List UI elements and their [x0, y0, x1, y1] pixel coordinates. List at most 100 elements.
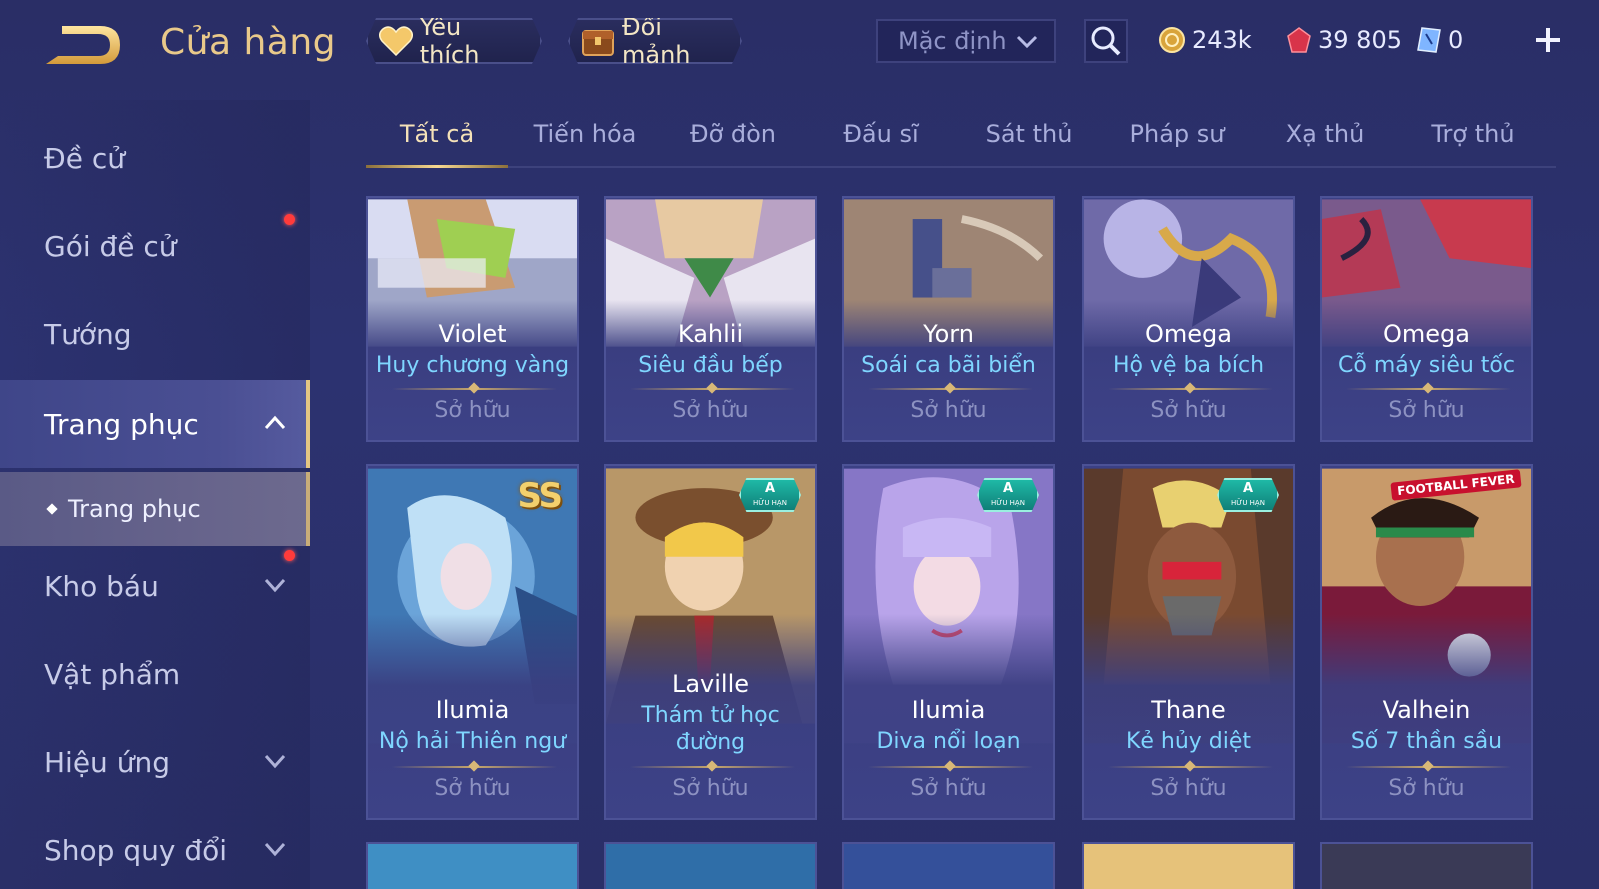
skin-card[interactable]: A HỮU HẠN Ilumia Diva nổi loạn Sở hữu	[842, 464, 1055, 820]
notification-dot	[284, 214, 295, 225]
skin-name: Huy chương vàng	[375, 353, 570, 378]
tab-assassin[interactable]: Sát thủ	[958, 112, 1100, 166]
favorites-label: Yêu thích	[419, 13, 480, 69]
sidebar-item-items[interactable]: Vật phẩm	[0, 630, 310, 718]
sidebar-item-treasure[interactable]: Kho báu	[0, 542, 310, 630]
exchange-shards-label: Đổi mảnh	[622, 13, 691, 69]
tab-all[interactable]: Tất cả	[366, 112, 508, 168]
hero-name: Thane	[1151, 696, 1226, 724]
chevron-down-icon	[264, 578, 286, 593]
chevron-down-icon	[264, 754, 286, 769]
ownership-status: Sở hữu	[672, 398, 749, 423]
skin-card[interactable]: Yorn Soái ca bãi biển Sở hữu	[842, 196, 1055, 442]
ownership-status: Sở hữu	[1388, 398, 1465, 423]
badge-rank: A	[1002, 481, 1014, 496]
skin-name: Soái ca bãi biển	[861, 353, 1036, 378]
divider	[868, 766, 1033, 768]
sidebar-item-effects[interactable]: Hiệu ứng	[0, 718, 310, 806]
exchange-shards-button[interactable]: Đổi mảnh	[568, 18, 742, 64]
ownership-status: Sở hữu	[1150, 398, 1227, 423]
skin-card[interactable]	[1320, 842, 1533, 889]
hero-name: Valhein	[1382, 696, 1471, 724]
sidebar-item-label: Trang phục	[44, 407, 199, 441]
skin-card[interactable]	[366, 842, 579, 889]
sidebar-item-heroes[interactable]: Tướng	[0, 290, 310, 378]
badge-rank: A	[764, 481, 776, 496]
ownership-status: Sở hữu	[1388, 776, 1465, 801]
tab-fighter[interactable]: Đấu sĩ	[810, 112, 952, 166]
diamond-bullet-icon	[46, 503, 58, 515]
divider	[1108, 388, 1273, 390]
skin-card[interactable]	[604, 842, 817, 889]
divider	[1108, 766, 1273, 768]
voucher-icon	[1417, 27, 1441, 53]
skin-card[interactable]: A HỮU HẠN Laville Thám tử học đường Sở hữ…	[604, 464, 817, 820]
sidebar-subitem-skins[interactable]: Trang phục	[0, 472, 310, 546]
top-up-button[interactable]	[1528, 20, 1568, 60]
tab-tank[interactable]: Đỡ đòn	[662, 112, 804, 166]
search-button[interactable]	[1084, 19, 1128, 63]
ownership-status: Sở hữu	[910, 776, 987, 801]
ss-badge: SS	[517, 476, 563, 516]
hero-name: Omega	[1145, 320, 1232, 348]
sort-dropdown-value: Mặc định	[898, 27, 1007, 55]
tab-support[interactable]: Trợ thủ	[1402, 112, 1544, 166]
sidebar-item-label: Kho báu	[44, 569, 159, 603]
divider	[1346, 388, 1511, 390]
divider	[630, 388, 795, 390]
skin-card[interactable]: Kahlii Siêu đầu bếp Sở hữu	[604, 196, 817, 442]
sidebar-item-label: Vật phẩm	[44, 657, 181, 691]
skin-name: Hộ vệ ba bích	[1112, 353, 1265, 378]
skin-name: Kẻ hủy diệt	[1125, 729, 1252, 754]
ownership-status: Sở hữu	[434, 776, 511, 801]
limited-a-badge: A HỮU HẠN	[1217, 478, 1279, 512]
sidebar-item-label: Shop quy đổi	[44, 833, 227, 867]
sidebar-item-featured[interactable]: Đề cử	[0, 114, 310, 202]
hero-name: Kahlii	[677, 320, 744, 348]
favorites-button[interactable]: Yêu thích	[366, 18, 542, 64]
sidebar-item-featured-packs[interactable]: Gói đề cử	[0, 202, 310, 290]
divider	[392, 766, 557, 768]
hero-name: Ilumia	[911, 696, 986, 724]
voucher-amount: 0	[1448, 26, 1464, 54]
ownership-status: Sở hữu	[434, 398, 511, 423]
back-arrow-icon	[46, 26, 120, 64]
skin-card[interactable]: FOOTBALL FEVER Valhein Số 7 thần sầu Sở …	[1320, 464, 1533, 820]
skin-card[interactable]: SS Ilumia Nộ hải Thiên ngư Sở hữu	[366, 464, 579, 820]
sidebar-item-label: Đề cử	[44, 141, 125, 175]
skin-name: Thám tử học đường	[641, 703, 780, 755]
skin-card[interactable]: Omega Hộ vệ ba bích Sở hữu	[1082, 196, 1295, 442]
divider	[1346, 766, 1511, 768]
category-tabs: Tất cả Tiến hóa Đỡ đòn Đấu sĩ Sát thủ Ph…	[366, 112, 1556, 168]
notification-dot	[284, 550, 295, 561]
hero-name: Laville	[671, 670, 750, 698]
skin-card[interactable]	[842, 842, 1055, 889]
skin-name: Diva nổi loạn	[876, 729, 1021, 754]
skin-card[interactable]: Violet Huy chương vàng Sở hữu	[366, 196, 579, 442]
sort-dropdown[interactable]: Mặc định	[876, 19, 1056, 63]
sidebar-item-exchange-shop[interactable]: Shop quy đổi	[0, 806, 310, 889]
ownership-status: Sở hữu	[1150, 776, 1227, 801]
skin-card[interactable]	[1082, 842, 1295, 889]
ruby-amount: 39 805	[1318, 26, 1402, 54]
search-icon	[1091, 26, 1121, 56]
divider	[868, 388, 1033, 390]
skin-card[interactable]: A HỮU HẠN Thane Kẻ hủy diệt Sở hữu	[1082, 464, 1295, 820]
tab-marksman[interactable]: Xạ thủ	[1254, 112, 1396, 166]
plus-icon	[1536, 28, 1560, 52]
ownership-status: Sở hữu	[910, 398, 987, 423]
sidebar: Đề cử Gói đề cử Tướng Trang phục Trang p…	[0, 100, 310, 889]
sidebar-item-skins[interactable]: Trang phục	[0, 380, 310, 468]
skin-card[interactable]: Omega Cỗ máy siêu tốc Sở hữu	[1320, 196, 1533, 442]
sidebar-item-label: Tướng	[44, 317, 132, 351]
divider	[630, 766, 795, 768]
sidebar-item-label: Gói đề cử	[44, 229, 177, 263]
badge-rank: A	[1242, 481, 1254, 496]
tab-mage[interactable]: Pháp sư	[1106, 112, 1248, 166]
tab-evolution[interactable]: Tiến hóa	[514, 112, 656, 166]
limited-a-badge: A HỮU HẠN	[739, 478, 801, 512]
heart-icon	[378, 22, 414, 60]
badge-limited-label: HỮU HẠN	[1231, 499, 1265, 507]
back-button[interactable]	[44, 22, 124, 68]
chevron-down-icon	[264, 842, 286, 857]
